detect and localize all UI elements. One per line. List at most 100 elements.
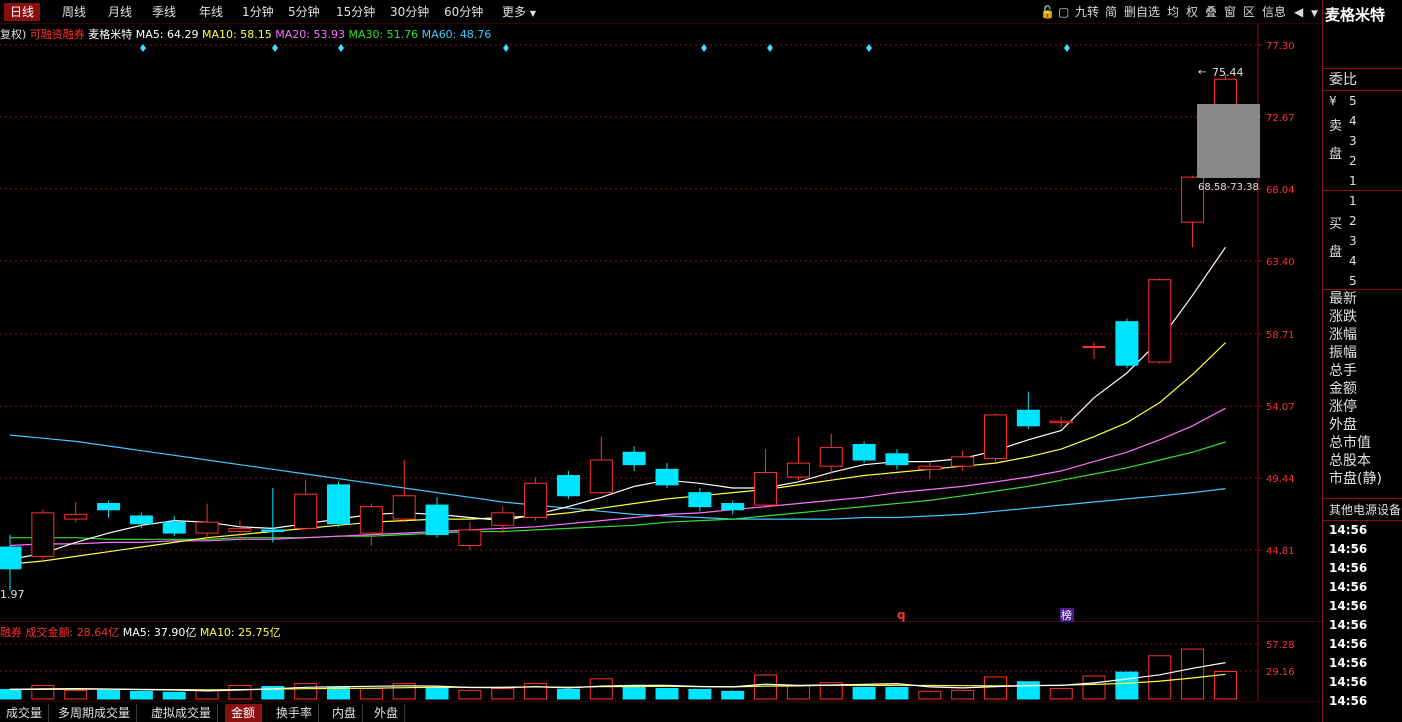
amount-bar [918,690,942,700]
candle-body [556,475,580,497]
candle-body [819,447,843,467]
more-label: 更多 [502,5,527,19]
range-label: 68.58-73.38 [1198,182,1259,193]
divider [1323,498,1402,499]
amount-bar [0,688,22,700]
tab-outer-volume[interactable]: 外盘 [368,704,406,722]
period-quarterly[interactable]: 季线 [146,3,182,21]
period-yearly[interactable]: 年线 [193,3,229,21]
period-5min[interactable]: 5分钟 [282,3,326,21]
candle-body [655,468,679,486]
tool-remove-favorite[interactable]: 删自选 [1124,4,1160,20]
period-1min[interactable]: 1分钟 [236,3,280,21]
sell-level[interactable]: 2 [1349,152,1357,170]
amount-bar [721,690,745,700]
sell-level[interactable]: 1 [1349,172,1357,190]
price-axis-label: 63.40 [1266,257,1295,268]
price-grid [0,44,1258,551]
amount-bar [1082,675,1106,700]
tool-range[interactable]: 区 [1243,4,1255,20]
field-market-cap: 总市值 [1329,435,1371,451]
amount-bar [1148,655,1172,700]
candle-body [1016,409,1040,427]
tab-turnover[interactable]: 换手率 [270,704,320,722]
amount-ma-lines [9,662,1226,692]
price-axis-label: 72.67 [1266,113,1295,124]
event-diamond-icon [503,44,509,52]
candle-body [294,493,318,529]
amount-bar [458,689,482,700]
tab-amount[interactable]: 金额 [225,704,263,722]
amount-bar [1181,648,1205,700]
tick-time: 14:56 [1329,656,1368,670]
sell-level[interactable]: 4 [1349,112,1357,130]
tool-info[interactable]: 信息 [1262,4,1286,20]
buy-level[interactable]: 2 [1349,212,1357,230]
tick-time: 14:56 [1329,618,1368,632]
kline-chart[interactable]: 77.30 72.67 68.04 63.40 58.71 54.07 49.44 44.81… [0,24,1322,622]
lock-icon[interactable]: 🔓 [1040,4,1055,20]
industry-label[interactable]: 其他电源设备 [1329,502,1401,518]
prev-page-icon[interactable]: ◀ [1294,4,1303,20]
event-diamond-icon [1064,44,1070,52]
candle-body [1049,420,1073,424]
tool-average[interactable]: 均 [1167,4,1179,20]
event-diamond-icon [272,44,278,52]
buy-level[interactable]: 5 [1349,272,1357,290]
candle-body [918,465,942,470]
tool-overlay[interactable]: 叠 [1205,4,1217,20]
amount-bars [0,648,1237,700]
period-daily[interactable]: 日线 [4,3,41,21]
candle-body [852,443,876,461]
amount-bar [64,689,88,700]
amount-bar [129,690,153,700]
field-limit-up: 涨停 [1329,399,1357,415]
amount-bar [786,685,810,700]
buy-level[interactable]: 1 [1349,192,1357,210]
candle-body [359,506,383,534]
amount-bar [294,683,318,700]
amount-axis-label: 29.16 [1266,667,1295,678]
amount-bar [556,688,580,700]
period-15min[interactable]: 15分钟 [330,3,381,21]
tab-virtual-volume[interactable]: 虚拟成交量 [145,704,219,722]
yen-icon: ¥ [1329,94,1337,108]
screen-icon[interactable]: ▢ [1058,4,1069,20]
tool-simple[interactable]: 简 [1105,4,1117,20]
sell-level[interactable]: 5 [1349,92,1357,110]
candle-body [228,527,252,533]
sell-level[interactable]: 3 [1349,132,1357,150]
period-60min[interactable]: 60分钟 [438,3,489,21]
tab-volume[interactable]: 成交量 [0,704,50,722]
more-dropdown[interactable]: 更多 ▼ [496,3,542,21]
tool-jiuzhuan[interactable]: 九转 [1075,4,1099,20]
buy-level[interactable]: 4 [1349,252,1357,270]
tick-time: 14:56 [1329,599,1368,613]
marker-bang[interactable]: 榜 [1061,608,1072,622]
amount-bar [524,683,548,700]
ma60-line [9,434,1226,520]
candle-body [0,546,22,570]
tab-multi-period-volume[interactable]: 多周期成交量 [52,704,138,722]
amount-chart[interactable]: 57.28 29.16 [0,624,1322,701]
candle-body [425,504,449,536]
marker-q[interactable]: q [897,608,906,622]
menu-caret-icon[interactable]: ▼ [1311,6,1318,22]
divider [1323,68,1402,69]
tab-inner-volume[interactable]: 内盘 [326,704,364,722]
buy-level[interactable]: 3 [1349,232,1357,250]
tool-window[interactable]: 窗 [1224,4,1236,20]
price-axis-label: 77.30 [1266,41,1295,52]
period-30min[interactable]: 30分钟 [384,3,435,21]
candle-body [327,484,350,525]
field-amplitude: 振幅 [1329,345,1357,361]
weibi-label: 委比 [1329,72,1357,88]
amount-bar [622,686,646,700]
period-weekly[interactable]: 周线 [56,3,92,21]
candle-body [951,456,975,467]
high-price-label: 75.44 [1212,66,1244,79]
candle-body [622,451,646,466]
chart-annotations: 68.58-73.38 ← 75.44 1.97 q 榜 [0,66,1260,622]
period-monthly[interactable]: 月线 [102,3,138,21]
tool-rights[interactable]: 权 [1186,4,1198,20]
